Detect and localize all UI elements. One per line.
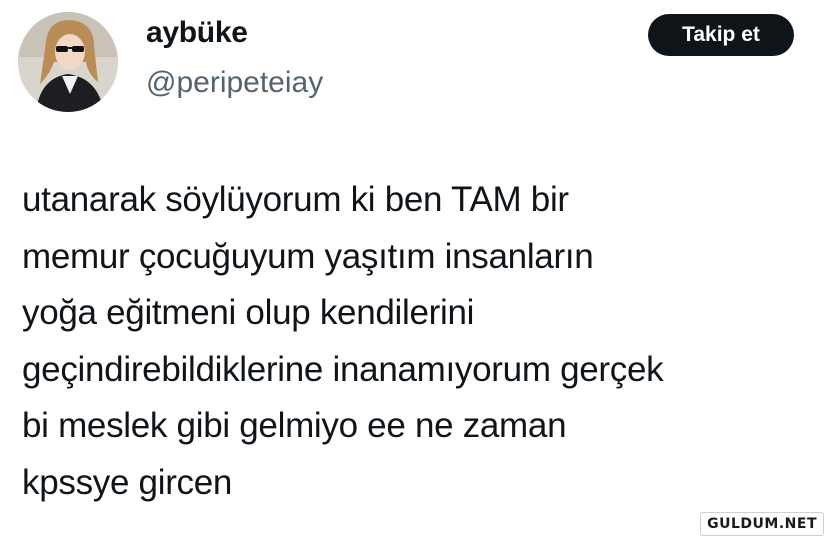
tweet-text: utanarak söylüyorum ki ben TAM bir memur… <box>22 172 812 511</box>
tweet-text-line: geçindirebildiklerine inanamıyorum gerçe… <box>22 349 664 389</box>
author-handle[interactable]: @peripeteiay <box>146 64 323 102</box>
tweet-text-line: memur çocuğuyum yaşıtım insanların <box>22 236 594 276</box>
avatar-photo <box>18 12 118 112</box>
tweet-text-line: yoğa eğitmeni olup kendilerini <box>22 293 475 332</box>
tweet-text-line: utanarak söylüyorum ki ben TAM bir <box>22 180 569 219</box>
tweet-text-line: kpssye gircen <box>22 462 233 502</box>
tweet-text-line: bi meslek gibi gelmiyo ee ne zaman <box>22 406 567 445</box>
tweet-card: aybüke @peripeteiay Takip et utanarak sö… <box>0 0 828 540</box>
follow-button[interactable]: Takip et <box>648 14 794 56</box>
avatar[interactable] <box>18 12 118 112</box>
author-display-name[interactable]: aybüke <box>146 14 248 52</box>
watermark-logo: GULDUM.NET <box>700 512 824 536</box>
